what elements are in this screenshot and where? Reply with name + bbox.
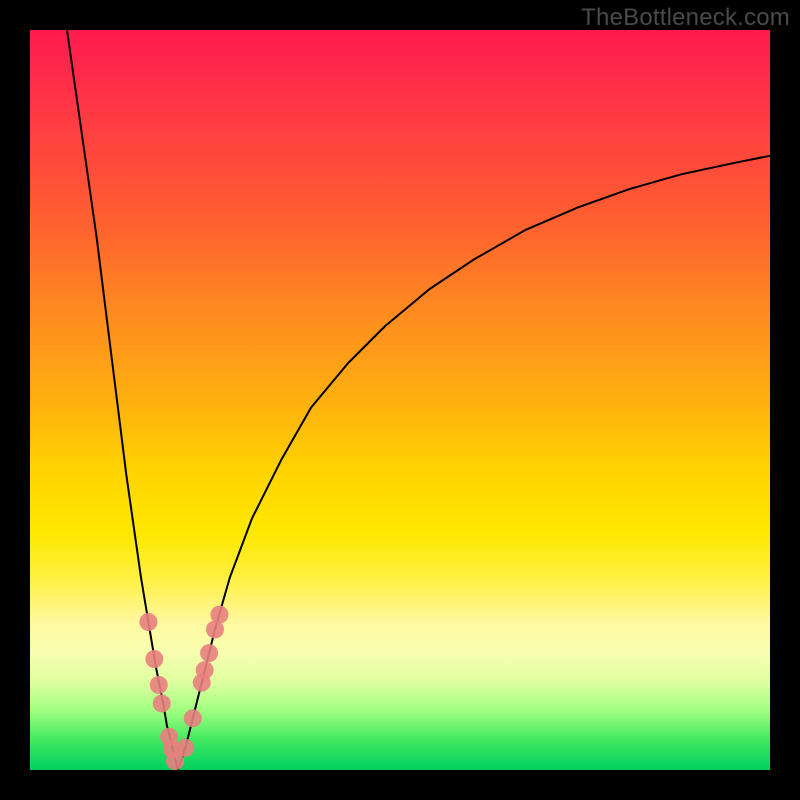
watermark-text: TheBottleneck.com: [581, 4, 790, 32]
plot-area: [30, 30, 770, 770]
curve-right: [178, 156, 770, 770]
markers-right: [176, 606, 228, 757]
chart-svg: [30, 30, 770, 770]
chart-frame: TheBottleneck.com: [0, 0, 800, 800]
